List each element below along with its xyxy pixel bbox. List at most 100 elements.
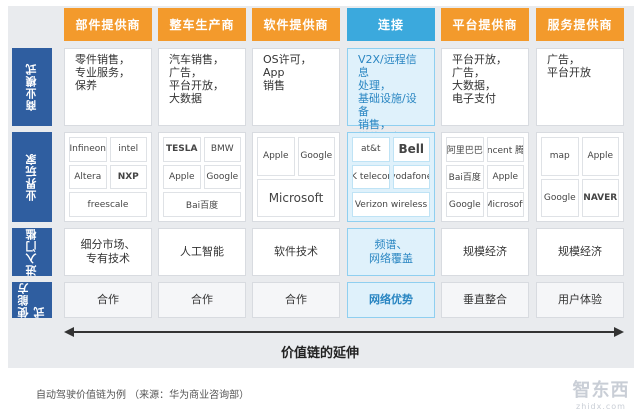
business-model-line: 广告，	[169, 66, 202, 79]
business-model-line: 销售	[263, 79, 285, 92]
business-model-line: 平台开放	[547, 66, 591, 79]
company-logo: TESLA	[163, 137, 201, 162]
company-logo: BMW	[203, 137, 241, 162]
players-cell: map Apple Google NAVER	[536, 132, 624, 222]
company-logo: at&t	[352, 137, 390, 162]
entry-barrier-line: 频谱、	[374, 238, 408, 251]
company-logo: SK telecom	[352, 164, 390, 190]
business-model-cell: 零件销售， 专业服务， 保养	[64, 48, 152, 126]
business-model-line: 销售，	[358, 118, 391, 131]
company-logo: Tencent 腾讯	[486, 137, 524, 162]
business-model-line: 大数据	[169, 92, 202, 105]
row-label-4: 使能方式	[12, 282, 52, 318]
column-header-2: 整车生产商	[158, 8, 246, 41]
business-model-line: 平台开放，	[169, 79, 224, 92]
enabling-way-cell: 用户体验	[536, 282, 624, 318]
column-header-4: 连接	[347, 8, 435, 41]
row-label-text: 业界玩家	[25, 153, 38, 201]
company-logo: vodafone	[392, 164, 430, 190]
enabling-way-cell: 合作	[158, 282, 246, 318]
entry-barrier-text: 细分市场、 专有技术	[81, 238, 136, 266]
company-logo: NAVER	[581, 178, 619, 217]
company-logo: Bell	[392, 137, 430, 162]
enabling-way-cell: 合作	[252, 282, 340, 318]
company-logo: Google	[446, 192, 484, 217]
company-logo: map	[541, 137, 579, 176]
business-model-line: 电子支付	[452, 92, 496, 105]
entry-barrier-line: 专有技术	[86, 252, 130, 265]
row-label-3: 进入门槛	[12, 228, 52, 276]
company-logo: Google	[541, 178, 579, 217]
business-model-cell: OS许可，App 销售	[252, 48, 340, 126]
players-cell: TESLA BMW Apple Google Bai百度	[158, 132, 246, 222]
company-logo: NXP	[109, 164, 147, 190]
business-model-line: 零件销售，	[75, 53, 130, 66]
entry-barrier-cell: 细分市场、 专有技术	[64, 228, 152, 276]
players-cell: Infineon intel Altera NXP freescale	[64, 132, 152, 222]
business-model-cell: 广告， 平台开放	[536, 48, 624, 126]
enabling-way-cell: 垂直整合	[441, 282, 529, 318]
entry-barrier-cell: 人工智能	[158, 228, 246, 276]
company-logo: Apple	[163, 164, 201, 190]
row-label-text: 商业模式	[25, 63, 38, 111]
entry-barrier-cell: 规模经济	[536, 228, 624, 276]
watermark-main: 智东西	[572, 380, 630, 401]
company-logo: Verizon wireless	[352, 192, 430, 217]
business-model-line: 汽车销售，	[169, 53, 224, 66]
value-chain-caption: 价值链的延伸	[280, 346, 359, 361]
company-logo: Apple	[581, 137, 619, 176]
row-label-text: 使能方式	[17, 282, 46, 318]
entry-barrier-line: 网络覆盖	[369, 252, 413, 265]
entry-barrier-cell: 软件技术	[252, 228, 340, 276]
company-logo: 阿里巴巴	[446, 137, 484, 162]
entry-barrier-line: 细分市场、	[80, 238, 136, 251]
company-logo: Microsoft	[257, 178, 335, 217]
business-model-line: 保养	[75, 79, 97, 92]
enabling-way-cell: 合作	[64, 282, 152, 318]
source-footnote: 自动驾驶价值链为例 （来源：华为商业咨询部）	[36, 390, 250, 401]
entry-barrier-cell: 频谱、 网络覆盖	[347, 228, 435, 276]
business-model-cell: 平台开放， 广告， 大数据， 电子支付	[441, 48, 529, 126]
players-cell: Apple Google Microsoft	[252, 132, 340, 222]
watermark-sub: zhidx.com	[576, 402, 626, 411]
row-label-text: 进入门槛	[25, 228, 38, 276]
business-model-line: 处理，	[358, 79, 391, 92]
business-model-line: 广告，	[452, 66, 485, 79]
company-logo: Bai百度	[446, 164, 484, 190]
players-cell: at&tBellSK telecomvodafoneVerizon wirele…	[347, 132, 435, 222]
watermark-logo: 智东西 zhidx.com	[570, 376, 632, 411]
business-model-cell: 汽车销售， 广告， 平台开放， 大数据	[158, 48, 246, 126]
column-header-1: 部件提供商	[64, 8, 152, 41]
entry-barrier-line: 规模经济	[463, 245, 507, 258]
column-header-5: 平台提供商	[441, 8, 529, 41]
row-label-1: 商业模式	[12, 48, 52, 126]
company-logo: Altera	[69, 164, 107, 190]
column-header-3: 软件提供商	[252, 8, 340, 41]
company-logo: Microsoft	[486, 192, 524, 217]
entry-barrier-text: 人工智能	[180, 245, 224, 259]
company-logo: Google	[297, 137, 335, 176]
business-model-line: 基础设施/设备	[358, 92, 417, 118]
company-logo: Bai百度	[163, 192, 241, 217]
entry-barrier-line: 软件技术	[274, 245, 318, 258]
entry-barrier-cell: 规模经济	[441, 228, 529, 276]
enabling-way-cell: 网络优势	[347, 282, 435, 318]
business-model-line: 广告，	[547, 53, 580, 66]
column-header-6: 服务提供商	[536, 8, 624, 41]
entry-barrier-text: 频谱、 网络覆盖	[369, 238, 413, 266]
company-logo: freescale	[69, 192, 147, 217]
entry-barrier-text: 规模经济	[463, 245, 507, 259]
entry-barrier-text: 软件技术	[274, 245, 318, 259]
business-model-line: V2X/远程信息	[358, 53, 417, 79]
business-model-line: 专业服务，	[75, 66, 130, 79]
double-arrow-icon	[64, 327, 624, 337]
row-label-2: 业界玩家	[12, 132, 52, 222]
company-logo: Google	[203, 164, 241, 190]
entry-barrier-line: 规模经济	[558, 245, 602, 258]
entry-barrier-text: 规模经济	[558, 245, 602, 259]
company-logo: intel	[109, 137, 147, 162]
business-model-line: OS许可，App	[263, 53, 312, 79]
business-model-cell: V2X/远程信息处理，基础设施/设备销售，增值服务	[347, 48, 435, 144]
company-logo: Apple	[257, 137, 295, 176]
players-cell: 阿里巴巴Tencent 腾讯Bai百度AppleGoogleMicrosoft	[441, 132, 529, 222]
